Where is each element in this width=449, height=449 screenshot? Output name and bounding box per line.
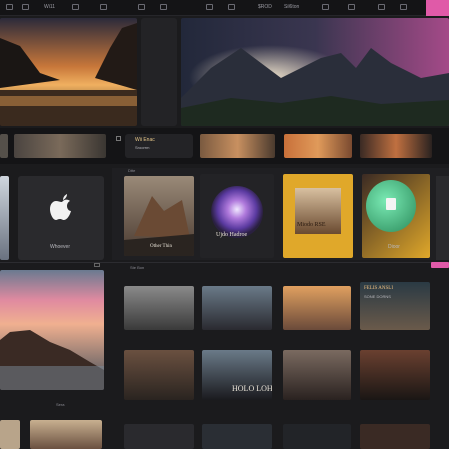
search-icon[interactable] bbox=[348, 4, 355, 10]
bottom-thumb-5[interactable] bbox=[283, 424, 351, 449]
hero-sunset-lake-image[interactable] bbox=[0, 18, 137, 126]
bottom-label: Sera bbox=[56, 402, 65, 407]
settings-icon[interactable] bbox=[400, 4, 407, 10]
card-subtitle: Sroorrm bbox=[135, 145, 150, 150]
primary-action-button[interactable] bbox=[426, 0, 449, 16]
sea-rocks-image[interactable] bbox=[0, 270, 104, 390]
bottom-thumb-1[interactable] bbox=[0, 420, 20, 449]
mountain-sunrise-art bbox=[181, 18, 449, 126]
side-panel bbox=[141, 18, 177, 126]
partial-card[interactable] bbox=[0, 176, 9, 260]
grid-item-6[interactable]: HOLO LOHE bbox=[202, 350, 272, 400]
thumb-1[interactable] bbox=[0, 134, 8, 158]
window-icon[interactable] bbox=[6, 4, 13, 10]
card-title: Wii Enac bbox=[135, 137, 155, 143]
sunset-lake-art bbox=[0, 18, 137, 126]
apple-logo-icon bbox=[50, 194, 71, 220]
hero-mountain-image[interactable] bbox=[181, 18, 449, 126]
thumb-canyon[interactable] bbox=[200, 134, 275, 158]
tag-icon[interactable] bbox=[138, 4, 145, 10]
bottom-thumb-4[interactable] bbox=[202, 424, 272, 449]
grid-item-7[interactable] bbox=[283, 350, 351, 400]
thumb-sunset-peaks[interactable] bbox=[284, 134, 352, 158]
image-icon[interactable] bbox=[206, 4, 213, 10]
grid-item-2[interactable] bbox=[202, 286, 272, 330]
thumb-castle[interactable] bbox=[14, 134, 106, 158]
plus-icon[interactable] bbox=[322, 4, 329, 10]
menu-label[interactable]: Wi11 bbox=[44, 4, 55, 10]
grid-item-3[interactable] bbox=[283, 286, 351, 330]
grid-item-poster[interactable]: FELIS ANSLI SONE DORNS bbox=[360, 282, 430, 330]
orb-card[interactable]: Ujdo Hadroe bbox=[200, 174, 274, 258]
mountain-card-label: Other Thin bbox=[150, 244, 172, 249]
info-icon[interactable] bbox=[378, 4, 385, 10]
orb-card-label: Ujdo Hadroe bbox=[216, 232, 248, 238]
film-caption: HOLO LOHE bbox=[232, 384, 272, 393]
filter-pink-button[interactable] bbox=[431, 262, 449, 268]
poster-title: FELIS ANSLI bbox=[364, 286, 394, 291]
grid-item-1[interactable] bbox=[124, 286, 194, 330]
green-app-card[interactable]: Dioor bbox=[362, 174, 430, 258]
galaxy-orb-art bbox=[211, 186, 263, 238]
sea-rocks-art bbox=[0, 270, 104, 390]
expand-icon[interactable] bbox=[116, 136, 121, 141]
list-icon[interactable] bbox=[100, 4, 107, 10]
grid-icon[interactable] bbox=[72, 4, 79, 10]
sidebar-icon[interactable] bbox=[22, 4, 29, 10]
section-label: Dtte bbox=[128, 168, 136, 173]
partial-card-right[interactable] bbox=[436, 176, 449, 260]
yellow-card-label: Miodo RSE bbox=[297, 222, 326, 228]
bottom-thumb-6[interactable] bbox=[360, 424, 430, 449]
filter-bar: Ste Bon bbox=[124, 262, 410, 276]
center-label[interactable]: $ROD bbox=[258, 4, 272, 10]
document-icon bbox=[386, 198, 396, 210]
grid-item-5[interactable] bbox=[124, 350, 194, 400]
bottom-thumb-3[interactable] bbox=[124, 424, 194, 449]
mountain-card[interactable]: Other Thin bbox=[124, 176, 194, 256]
apple-card-label: Whoever bbox=[50, 244, 71, 250]
poster-sub: SONE DORNS bbox=[364, 294, 391, 299]
green-card-label: Dioor bbox=[388, 244, 400, 250]
thumb-night-camp[interactable] bbox=[360, 134, 432, 158]
share-icon[interactable] bbox=[228, 4, 235, 10]
bottom-thumb-2[interactable] bbox=[30, 420, 102, 449]
collapse-icon[interactable] bbox=[94, 263, 100, 267]
grid-item-8[interactable] bbox=[360, 350, 430, 400]
edit-icon[interactable] bbox=[160, 4, 167, 10]
thumb-text-card[interactable]: Wii Enac Sroorrm bbox=[125, 134, 193, 158]
top-toolbar: Wi11 $ROD Sil6ton bbox=[0, 0, 449, 16]
yellow-poster-card[interactable]: Miodo RSE bbox=[283, 174, 353, 258]
row-tab[interactable]: Ste Bon bbox=[130, 265, 144, 270]
right-label[interactable]: Sil6ton bbox=[284, 4, 299, 10]
apple-card[interactable]: Whoever bbox=[18, 176, 104, 260]
